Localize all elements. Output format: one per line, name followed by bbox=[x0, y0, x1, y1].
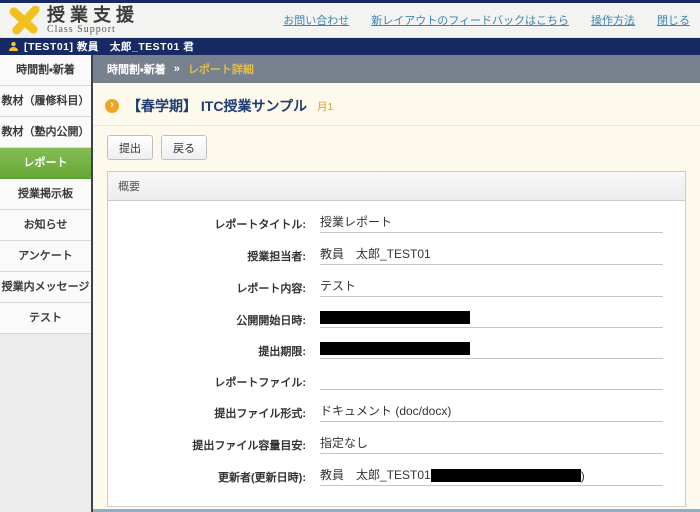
breadcrumb: 時間割・新着 » レポート詳細 bbox=[93, 55, 700, 83]
sidebar-item-timetable[interactable]: 時間割・新着 bbox=[0, 55, 91, 86]
sidebar-item-materials-campus[interactable]: 教材（塾内公開） bbox=[0, 117, 91, 148]
field-label: レポートタイトル: bbox=[108, 213, 320, 233]
page-title: 【春学期】 ITC授業サンプル bbox=[127, 96, 307, 116]
header-link-contact[interactable]: お問い合わせ bbox=[283, 12, 349, 28]
form-row: 更新者(更新日時): 教員 太郎_TEST01) bbox=[108, 466, 663, 486]
logo-text: 授業支援 Class Support bbox=[47, 6, 139, 35]
user-icon bbox=[8, 41, 19, 52]
chevron-right-icon: › bbox=[105, 99, 119, 113]
sidebar-item-test[interactable]: テスト bbox=[0, 303, 91, 334]
field-value: 授業レポート bbox=[320, 213, 663, 233]
field-value: ドキュメント (doc/docx) bbox=[320, 402, 663, 422]
field-value: 指定なし bbox=[320, 434, 663, 454]
app-logo: 授業支援 Class Support bbox=[8, 5, 139, 35]
redacted-value bbox=[320, 342, 470, 355]
field-label: レポート内容: bbox=[108, 277, 320, 297]
sidebar-item-class-board[interactable]: 授業掲示板 bbox=[0, 179, 91, 210]
field-value-text: 指定なし bbox=[320, 434, 368, 451]
form-row: 提出ファイル形式: ドキュメント (doc/docx) bbox=[108, 402, 663, 422]
user-name: [TEST01] 教員 太郎_TEST01 君 bbox=[24, 39, 194, 54]
period-badge: 月1 bbox=[317, 99, 333, 114]
field-value-text: 授業レポート bbox=[320, 213, 392, 230]
field-value-text: ドキュメント (doc/docx) bbox=[320, 402, 451, 419]
sidebar-item-class-message[interactable]: 授業内メッセージ bbox=[0, 272, 91, 303]
class-support-app: 授業支援 Class Support お問い合わせ 新レイアウトのフィードバックは… bbox=[0, 0, 700, 512]
header-link-feedback[interactable]: 新レイアウトのフィードバックはこちら bbox=[371, 12, 569, 28]
page-title-strip: › 【春学期】 ITC授業サンプル 月1 bbox=[93, 83, 700, 126]
field-label: 提出ファイル形式: bbox=[108, 402, 320, 422]
form-row: 授業担当者: 教員 太郎_TEST01 bbox=[108, 245, 663, 265]
submit-button[interactable]: 提出 bbox=[107, 135, 153, 160]
panel-header: 概要 bbox=[108, 172, 685, 201]
sidebar-item-news[interactable]: お知らせ bbox=[0, 210, 91, 241]
back-button[interactable]: 戻る bbox=[161, 135, 207, 160]
field-value-text: 教員 太郎_TEST01 bbox=[320, 466, 431, 483]
logo-x-icon bbox=[8, 5, 42, 35]
redacted-value bbox=[431, 469, 581, 482]
sidebar-item-materials-enrolled[interactable]: 教材（履修科目） bbox=[0, 86, 91, 117]
main-layout: 時間割・新着教材（履修科目）教材（塾内公開）レポート授業掲示板お知らせアンケート… bbox=[0, 55, 700, 512]
field-value-suffix: ) bbox=[581, 469, 585, 483]
top-action-buttons: 提出戻る bbox=[107, 135, 686, 160]
form-row: レポートファイル: bbox=[108, 371, 663, 390]
field-label: 提出期限: bbox=[108, 340, 320, 359]
field-label: 公開開始日時: bbox=[108, 309, 320, 328]
field-label: 授業担当者: bbox=[108, 245, 320, 265]
summary-panel: 概要 レポートタイトル: 授業レポート 授業担当者: 教員 太郎_TEST01 … bbox=[107, 171, 686, 507]
form-row: 提出期限: bbox=[108, 340, 663, 359]
app-header: 授業支援 Class Support お問い合わせ 新レイアウトのフィードバックは… bbox=[0, 3, 700, 38]
form-row: 提出ファイル容量目安: 指定なし bbox=[108, 434, 663, 454]
field-value bbox=[320, 340, 663, 359]
form-row: 公開開始日時: bbox=[108, 309, 663, 328]
fields: レポートタイトル: 授業レポート 授業担当者: 教員 太郎_TEST01 レポー… bbox=[108, 201, 685, 506]
breadcrumb-item-timetable[interactable]: 時間割・新着 bbox=[107, 61, 166, 77]
redacted-value bbox=[320, 311, 470, 324]
field-value bbox=[320, 309, 663, 328]
sidebar-item-report[interactable]: レポート bbox=[0, 148, 91, 179]
user-bar: [TEST01] 教員 太郎_TEST01 君 bbox=[0, 38, 700, 55]
field-value: 教員 太郎_TEST01 bbox=[320, 245, 663, 265]
field-label: 更新者(更新日時): bbox=[108, 466, 320, 486]
breadcrumb-item-current: レポート詳細 bbox=[188, 61, 254, 77]
content-column: 時間割・新着 » レポート詳細 › 【春学期】 ITC授業サンプル 月1 提出戻… bbox=[93, 55, 700, 512]
field-label: 提出ファイル容量目安: bbox=[108, 434, 320, 454]
field-value-text: テスト bbox=[320, 277, 356, 294]
header-links: お問い合わせ 新レイアウトのフィードバックはこちら 操作方法 閉じる bbox=[283, 12, 690, 28]
field-value-text: 教員 太郎_TEST01 bbox=[320, 245, 431, 262]
form-row: レポート内容: テスト bbox=[108, 277, 663, 297]
field-value: テスト bbox=[320, 277, 663, 297]
header-link-help[interactable]: 操作方法 bbox=[591, 12, 635, 28]
logo-subtitle: Class Support bbox=[47, 25, 139, 35]
sidebar-nav: 時間割・新着教材（履修科目）教材（塾内公開）レポート授業掲示板お知らせアンケート… bbox=[0, 55, 93, 512]
sidebar-item-survey[interactable]: アンケート bbox=[0, 241, 91, 272]
field-label: レポートファイル: bbox=[108, 371, 320, 390]
field-value bbox=[320, 371, 663, 390]
form-row: レポートタイトル: 授業レポート bbox=[108, 213, 663, 233]
logo-title: 授業支援 bbox=[47, 6, 139, 24]
breadcrumb-separator: » bbox=[174, 63, 180, 75]
header-link-close[interactable]: 閉じる bbox=[657, 12, 690, 28]
field-value: 教員 太郎_TEST01) bbox=[320, 466, 663, 486]
